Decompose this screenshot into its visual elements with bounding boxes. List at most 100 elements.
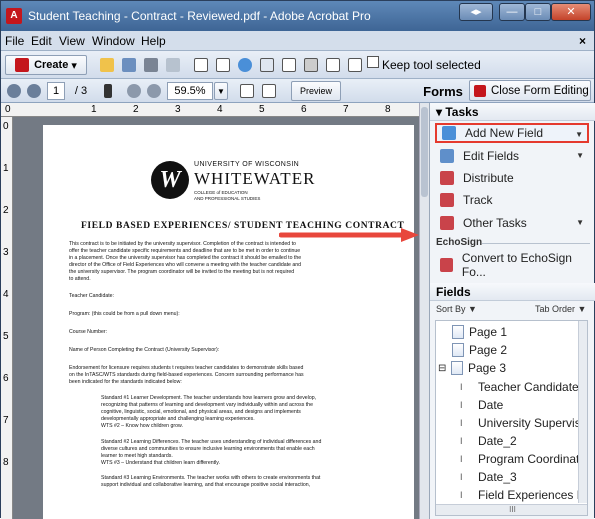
- tree-page-3[interactable]: ⊟ Page 3: [438, 359, 506, 377]
- pdf-page: W UNIVERSITY OF WISCONSIN WHITEWATER COL…: [43, 125, 414, 519]
- distribute-task[interactable]: Distribute: [440, 168, 588, 188]
- keep-tool-checkbox[interactable]: [367, 56, 379, 68]
- document-vertical-scrollbar[interactable]: [419, 103, 429, 519]
- maximize-button[interactable]: □: [525, 3, 551, 21]
- email-icon[interactable]: [163, 55, 183, 75]
- tree-page-2[interactable]: Page 2: [452, 341, 507, 359]
- forms-task-pane: ▾ Tasks Add New Field ▼ Edit Fields ▼ Di…: [429, 103, 595, 519]
- menu-view[interactable]: View: [59, 34, 85, 48]
- echosign-icon: [440, 258, 453, 272]
- dropdown-tool-icon[interactable]: [279, 55, 299, 75]
- ruler-mark: 3: [175, 104, 181, 115]
- field-label: Field Experiences Repr: [478, 488, 587, 502]
- create-icon: [15, 58, 30, 72]
- minimize-button[interactable]: —: [499, 3, 525, 21]
- tree-field-item[interactable]: I Date: [460, 396, 503, 414]
- add-new-field-task[interactable]: Add New Field ▼: [435, 123, 589, 143]
- preview-button[interactable]: Preview: [291, 81, 341, 101]
- previous-page-icon[interactable]: [5, 81, 23, 101]
- zoom-input[interactable]: 59.5%: [167, 82, 213, 100]
- print-icon[interactable]: [141, 55, 161, 75]
- tree-field-item[interactable]: I Field Experiences Repr: [460, 486, 587, 504]
- page-icon: [452, 343, 464, 357]
- select-tool-icon[interactable]: [99, 81, 117, 101]
- page-icon: [451, 361, 463, 375]
- menu-help[interactable]: Help: [141, 34, 166, 48]
- fields-tree: Page 1 Page 2 ⊟ Page 3 I Teacher Candidate…: [435, 320, 588, 516]
- page-number-input[interactable]: 1: [47, 82, 65, 100]
- next-page-icon[interactable]: [25, 81, 43, 101]
- tree-field-item[interactable]: I Program Coordinator: [460, 450, 587, 468]
- fit-width-icon[interactable]: [259, 81, 279, 101]
- page-total: / 3: [74, 85, 88, 97]
- fields-vertical-scrollbar[interactable]: [578, 321, 587, 503]
- create-button[interactable]: Create ▾: [5, 55, 87, 75]
- window-title: Student Teaching - Contract - Reviewed.p…: [28, 9, 371, 23]
- barcode-tool-icon[interactable]: [323, 55, 343, 75]
- tab-order-dropdown[interactable]: Tab Order ▼: [535, 304, 586, 314]
- text-field-icon: I: [460, 454, 463, 464]
- checkbox-tool-icon[interactable]: [213, 55, 233, 75]
- navigation-toolbar: 1 / 3 59.5% ▼ Preview Forms Close Form E…: [1, 79, 594, 103]
- document-pane: 0 1 2 3 4 5 6 7 8 0 1 2 3 4 5 6 7 8 W UN…: [1, 103, 429, 519]
- forms-label: Forms: [423, 83, 463, 99]
- acrobat-window: A Student Teaching - Contract - Reviewed…: [0, 0, 595, 519]
- ruler-mark: 5: [259, 104, 265, 115]
- close-window-button[interactable]: ✕: [551, 3, 591, 21]
- open-folder-icon[interactable]: [97, 55, 117, 75]
- menu-file[interactable]: File: [5, 34, 24, 48]
- ruler-mark: 8: [3, 457, 9, 468]
- acrobat-icon: A: [6, 8, 22, 24]
- tasks-header[interactable]: ▾ Tasks: [430, 103, 595, 121]
- zoom-out-icon[interactable]: [125, 81, 143, 101]
- supervisor-label: Name of Person Completing the Contract (…: [69, 347, 220, 353]
- tree-field-item[interactable]: I University Supervisor: [460, 414, 587, 432]
- edit-fields-icon: [440, 149, 454, 163]
- close-document-icon[interactable]: ×: [579, 34, 586, 48]
- field-label: Teacher Candidate: [478, 380, 579, 394]
- radio-button-tool-icon[interactable]: [235, 55, 255, 75]
- standard-2-paragraph: Standard #2 Learning Differences. The te…: [101, 439, 322, 466]
- convert-echosign-task[interactable]: Convert to EchoSign Fo...: [440, 251, 588, 279]
- page-icon: [452, 325, 464, 339]
- text-field-icon: I: [460, 382, 463, 392]
- other-tasks-label: Other Tasks: [463, 216, 527, 230]
- text-field-tool-icon[interactable]: [191, 55, 211, 75]
- field-label: Date_2: [478, 434, 517, 448]
- list-box-tool-icon[interactable]: [257, 55, 277, 75]
- tasks-header-label: Tasks: [445, 105, 479, 119]
- keep-tool-label: Keep tool selected: [382, 58, 481, 72]
- distribute-icon: [440, 171, 454, 185]
- digital-signature-tool-icon[interactable]: [345, 55, 365, 75]
- scrollbar-thumb[interactable]: [421, 107, 428, 197]
- other-tasks-task[interactable]: Other Tasks ▼: [440, 213, 588, 233]
- fit-page-icon[interactable]: [237, 81, 257, 101]
- left-ruler: 0 1 2 3 4 5 6 7 8: [1, 117, 13, 519]
- tree-field-item[interactable]: I Teacher Candidate: [460, 378, 579, 396]
- ruler-mark: 3: [3, 247, 9, 258]
- text-field-icon: I: [460, 400, 463, 410]
- restore-layout-button[interactable]: ◂▸: [459, 3, 493, 21]
- ruler-mark: 1: [91, 104, 97, 115]
- field-label: Date: [478, 398, 504, 412]
- edit-fields-task[interactable]: Edit Fields ▼: [440, 146, 588, 166]
- zoom-in-icon[interactable]: [145, 81, 163, 101]
- menu-bar: File Edit View Window Help ×: [1, 31, 594, 51]
- ruler-mark: 0: [3, 121, 9, 132]
- menu-edit[interactable]: Edit: [31, 34, 52, 48]
- sort-by-dropdown[interactable]: Sort By ▼: [436, 304, 477, 314]
- tree-page-1[interactable]: Page 1: [452, 323, 507, 341]
- ruler-mark: 7: [3, 415, 9, 426]
- tree-field-item[interactable]: I Date_2: [460, 432, 517, 450]
- tree-field-item[interactable]: I Date_3: [460, 468, 517, 486]
- close-form-editing-button[interactable]: Close Form Editing: [469, 80, 591, 101]
- field-label: Date_3: [478, 470, 517, 484]
- button-tool-icon[interactable]: [301, 55, 321, 75]
- collapse-icon[interactable]: ⊟: [438, 363, 449, 374]
- fields-horizontal-scrollbar[interactable]: III: [436, 504, 587, 515]
- endorsement-paragraph: Endorsement for licensure requires stude…: [69, 365, 304, 385]
- save-icon[interactable]: [119, 55, 139, 75]
- track-task[interactable]: Track: [440, 190, 588, 210]
- menu-window[interactable]: Window: [92, 34, 135, 48]
- zoom-dropdown-icon[interactable]: ▼: [214, 82, 228, 100]
